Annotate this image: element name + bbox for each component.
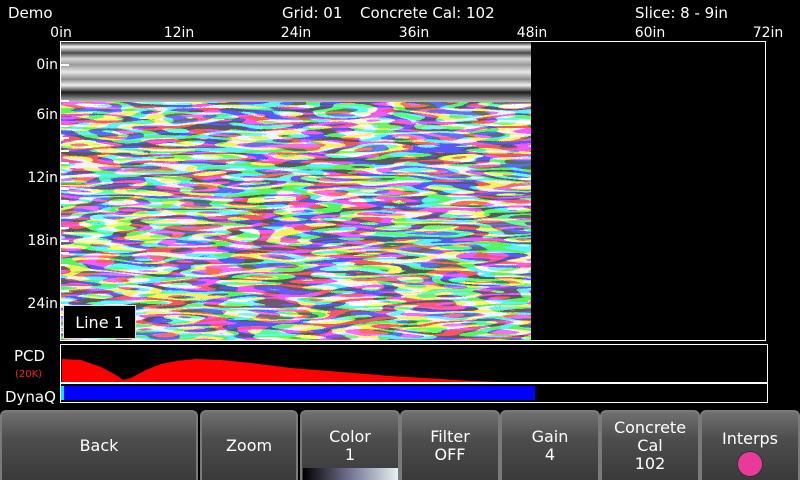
gain-button[interactable]: Gain 4 (500, 410, 600, 480)
dynaq-label: DynaQ (5, 388, 56, 406)
pcd-curve (62, 359, 501, 382)
gain-button-value: 4 (544, 445, 556, 464)
grid-indicator: Grid: 01 (282, 4, 343, 22)
gain-button-label: Gain (531, 427, 569, 446)
back-button-label: Back (79, 436, 119, 455)
concrete-cal-button[interactable]: Concrete Cal 102 (600, 410, 700, 480)
mode-label: Demo (8, 4, 53, 22)
zoom-button-label: Zoom (225, 436, 273, 455)
pcd-graph (60, 344, 768, 383)
v-scale-label: 6in (36, 107, 58, 123)
back-button[interactable]: Back (0, 410, 198, 480)
h-scale-label: 12in (163, 25, 195, 41)
pcd-sublabel: (20K) (15, 369, 43, 380)
dynaq-bar-start (61, 386, 64, 400)
concrete-cal-button-line2: Cal (637, 436, 663, 455)
h-scale-label: 36in (398, 25, 430, 41)
interps-button-label: Interps (721, 429, 779, 448)
dynaq-bar-fill (63, 386, 535, 400)
v-scale-label: 24in (27, 296, 58, 312)
gpr-scan-view[interactable] (60, 41, 766, 341)
color-button-value: 1 (344, 445, 356, 464)
v-scale-label: 12in (27, 170, 58, 186)
h-scale-label: 72in (752, 25, 784, 41)
h-scale-label: 60in (634, 25, 666, 41)
pcd-label: PCD (14, 347, 46, 365)
concrete-cal-button-line1: Concrete (613, 418, 687, 437)
filter-button[interactable]: Filter OFF (400, 410, 500, 480)
v-scale-label: 18in (27, 233, 58, 249)
scan-surface-reflection (61, 42, 531, 102)
filter-button-label: Filter (430, 427, 470, 446)
color-button-label: Color (329, 427, 371, 446)
slice-indicator: Slice: 8 - 9in (635, 4, 728, 22)
scan-radargram (61, 42, 531, 340)
concrete-cal-button-value: 102 (634, 454, 666, 473)
interps-button[interactable]: Interps (700, 410, 800, 480)
h-scale-label: 48in (516, 25, 548, 41)
h-scale-label: 24in (280, 25, 312, 41)
line-label: Line 1 (63, 305, 136, 339)
dynaq-bar (60, 383, 768, 403)
h-scale-label: 0in (50, 25, 72, 41)
filter-button-value: OFF (434, 445, 466, 464)
color-palette-swatch (303, 468, 398, 480)
concrete-cal-indicator: Concrete Cal: 102 (360, 4, 495, 22)
interps-indicator-icon (737, 451, 763, 477)
zoom-button[interactable]: Zoom (200, 410, 298, 480)
v-scale-label: 0in (36, 57, 58, 73)
